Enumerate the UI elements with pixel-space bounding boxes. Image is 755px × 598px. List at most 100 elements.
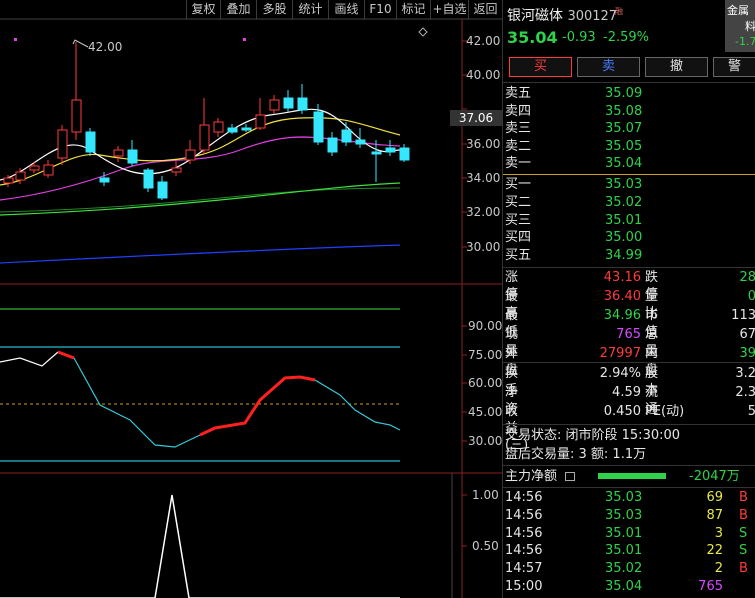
order-level-price: 35.08 <box>605 103 643 119</box>
sector-box[interactable]: 金属 料 -1.7 <box>725 0 755 52</box>
cancel-order-button[interactable]: 撤 <box>645 57 708 77</box>
candle-body <box>127 149 138 164</box>
order-level-price: 35.07 <box>605 121 643 136</box>
price-axis-label: 36.00 <box>466 137 501 151</box>
order-level-label: 买五 <box>505 248 532 264</box>
candle-body <box>327 137 338 153</box>
margin-tag: 融 <box>615 7 623 16</box>
tick-side: B <box>739 561 748 577</box>
tick-time: 14:56 <box>505 490 543 505</box>
sector-label: 金属 <box>727 4 749 17</box>
high-price-marker: 42.00 <box>88 40 123 54</box>
order-level-label: 买二 <box>505 194 532 210</box>
tick-side: S <box>739 525 748 541</box>
price-axis-label: 32.00 <box>466 205 501 219</box>
stat-value: 0 <box>747 289 755 304</box>
indicator-axis-label: 75.00 <box>468 348 503 362</box>
candle-body <box>283 97 294 109</box>
tick-side: B <box>739 507 748 523</box>
volume-axis-label: 0.50 <box>472 539 499 553</box>
stock-name: 银河磁体 <box>507 8 563 24</box>
candle-body <box>385 147 396 153</box>
menu-icon[interactable] <box>565 472 575 481</box>
candle-body <box>171 167 182 173</box>
candle-body <box>3 177 14 184</box>
candle-body <box>241 127 252 131</box>
candle-body <box>399 147 410 161</box>
sector-change: -1.7 <box>735 35 755 48</box>
candle-body <box>157 181 168 199</box>
price-change: -0.93 <box>562 30 596 45</box>
candle-body <box>269 99 280 111</box>
sector-label-2: 料 <box>745 20 755 33</box>
alert-button[interactable]: 警 <box>713 57 755 77</box>
main-flow-value: -2047万 <box>689 469 740 484</box>
stat-value: 43.16 <box>603 270 641 285</box>
order-level-price: 35.04 <box>605 156 643 171</box>
order-level-label: 卖四 <box>505 103 532 119</box>
candle-body <box>185 149 196 161</box>
indicator-axis-label: 30.00 <box>468 434 503 448</box>
current-price: 35.04 <box>507 28 558 47</box>
order-level-price: 35.03 <box>605 177 643 192</box>
quote-panel: 银河磁体 300127 融 金属 料 -1.7 35.04 -0.93 -2.5… <box>502 0 755 598</box>
tick-time: 14:57 <box>505 561 543 577</box>
price-axis-label: 40.00 <box>466 68 501 82</box>
sell-button[interactable]: 卖 <box>577 57 640 77</box>
tick-volume: 3 <box>714 525 723 541</box>
candle-body <box>71 99 82 133</box>
kline-chart[interactable] <box>0 0 502 598</box>
tick-side: S <box>739 543 748 559</box>
stat-value: 39 <box>739 346 755 361</box>
stock-code: 300127 <box>567 9 618 24</box>
stat-value: 0.450 <box>603 404 641 419</box>
candle-body <box>57 129 68 159</box>
last-price-tag: 37.06 <box>450 110 502 126</box>
tick-volume: 22 <box>706 543 723 559</box>
candle-body <box>143 169 154 189</box>
stat-value: 67 <box>739 327 755 342</box>
tick-time: 15:00 <box>505 579 543 594</box>
tick-price: 35.02 <box>605 561 643 577</box>
stat-value: 2.3 <box>735 385 755 400</box>
tick-price: 35.01 <box>605 543 643 559</box>
tick-side: B <box>739 490 748 505</box>
tick-time: 14:56 <box>505 543 543 559</box>
order-level-label: 买一 <box>505 177 532 192</box>
stat-value: 2.94% <box>599 366 641 381</box>
flow-bar <box>598 473 666 479</box>
order-level-label: 卖一 <box>505 156 532 171</box>
order-level-price: 35.05 <box>605 138 643 154</box>
marker-dot <box>243 38 246 41</box>
stat-label: PE(动) <box>645 404 685 419</box>
order-level-price: 35.00 <box>605 230 643 246</box>
candle-body <box>297 97 308 111</box>
order-level-label: 卖二 <box>505 138 532 154</box>
stock-title: 银河磁体 300127 <box>507 5 617 25</box>
stat-value: 27997 <box>599 346 641 361</box>
tick-price: 35.01 <box>605 525 643 541</box>
stat-value: 3.2 <box>735 366 755 381</box>
candle-body <box>355 139 366 145</box>
candle-body <box>213 121 224 133</box>
candle-body <box>371 151 382 155</box>
price-axis-label: 34.00 <box>466 171 501 185</box>
candle-body <box>43 164 54 176</box>
price-axis-label: 42.00 <box>466 34 501 48</box>
tick-volume: 87 <box>706 507 723 523</box>
indicator-axis-label: 90.00 <box>468 319 503 333</box>
order-level-label: 买三 <box>505 212 532 228</box>
indicator-line <box>0 351 59 367</box>
tick-price: 35.04 <box>605 579 643 594</box>
candle-body <box>29 165 40 171</box>
stat-value: 5 <box>747 404 755 419</box>
buy-button[interactable]: 买 <box>509 57 572 77</box>
tick-volume: 765 <box>698 579 723 594</box>
order-level-price: 35.02 <box>605 194 643 210</box>
indicator-axis-label: 45.00 <box>468 405 503 419</box>
ma120-line <box>0 244 401 264</box>
candle-body <box>227 127 238 133</box>
candle-body <box>85 131 96 153</box>
tick-price: 35.03 <box>605 507 643 523</box>
volume-spike-line <box>0 494 400 598</box>
